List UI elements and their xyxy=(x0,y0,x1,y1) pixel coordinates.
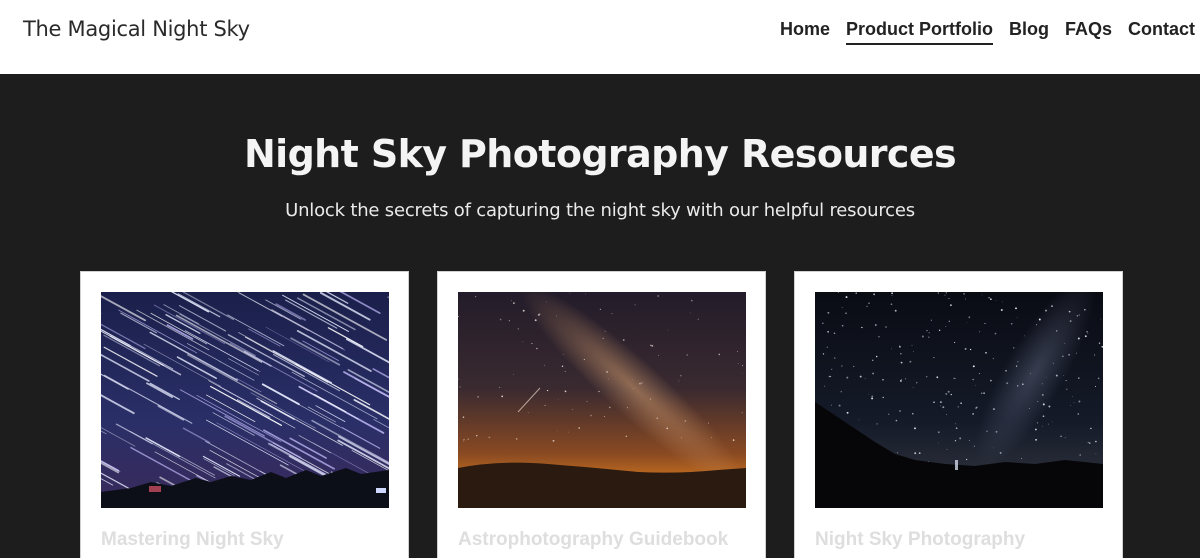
site-header: The Magical Night Sky Home Product Portf… xyxy=(0,0,1200,74)
milky-way-image xyxy=(458,292,746,508)
milky-way-sunset-photo[interactable] xyxy=(458,292,746,508)
star-trails-photo[interactable] xyxy=(101,292,389,508)
nav-faqs[interactable]: FAQs xyxy=(1065,19,1112,45)
resource-card[interactable]: Night Sky Photography xyxy=(794,271,1123,558)
main-nav: Home Product Portfolio Blog FAQs Contact xyxy=(780,19,1195,45)
card-title[interactable]: Astrophotography Guidebook xyxy=(458,529,728,551)
nav-home[interactable]: Home xyxy=(780,19,830,45)
resource-card[interactable]: Astrophotography Guidebook xyxy=(437,271,766,558)
star-trails-image xyxy=(101,292,389,508)
starry-night-hills-photo[interactable] xyxy=(815,292,1103,508)
site-title[interactable]: The Magical Night Sky xyxy=(23,17,250,41)
resource-card[interactable]: Mastering Night Sky xyxy=(80,271,409,558)
nav-product-portfolio[interactable]: Product Portfolio xyxy=(845,19,993,45)
nav-contact[interactable]: Contact xyxy=(1128,19,1195,45)
card-title[interactable]: Mastering Night Sky xyxy=(101,529,284,551)
nav-blog[interactable]: Blog xyxy=(1009,19,1049,45)
hero-title: Night Sky Photography Resources xyxy=(243,132,957,176)
card-title[interactable]: Night Sky Photography xyxy=(815,529,1025,551)
starry-night-image xyxy=(815,292,1103,508)
hero-subtitle: Unlock the secrets of capturing the nigh… xyxy=(285,200,915,221)
